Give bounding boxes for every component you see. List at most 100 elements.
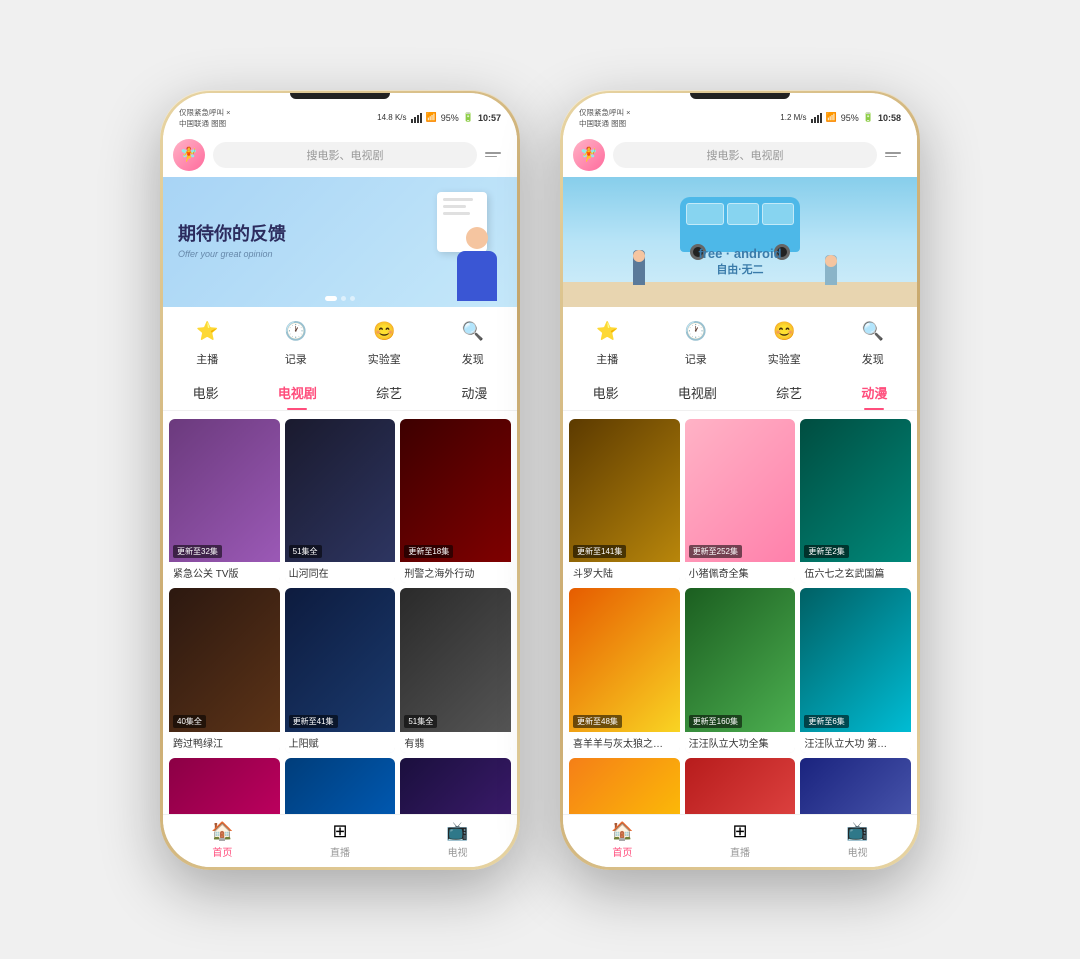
bottom-nav-item-电视[interactable]: 📺 电视 bbox=[846, 821, 868, 859]
quick-nav-item-3[interactable]: 🔍 发现 bbox=[843, 317, 903, 367]
battery-icon: 🔋 bbox=[863, 112, 874, 123]
search-bar[interactable]: 搜电影、电视剧 bbox=[613, 142, 877, 168]
tab-动漫[interactable]: 动漫 bbox=[451, 379, 497, 406]
card-badge: 更新至160集 bbox=[689, 715, 742, 728]
quick-nav-item-0[interactable]: ⭐ 主播 bbox=[577, 317, 637, 367]
banner[interactable]: free · android自由·无二 bbox=[563, 177, 917, 307]
card-thumbnail: 51集全 bbox=[285, 419, 396, 563]
card-thumbnail: 更新至6集 bbox=[800, 588, 911, 732]
card-thumbnail: 更新至32集 bbox=[169, 419, 280, 563]
content-card[interactable] bbox=[569, 758, 680, 813]
card-thumbnail: 更新至252集 bbox=[685, 419, 796, 563]
content-card[interactable]: 更新至48集喜羊羊与灰太狼之… bbox=[569, 588, 680, 753]
tab-电视剧[interactable]: 电视剧 bbox=[668, 379, 727, 406]
bottom-nav-item-电视[interactable]: 📺 电视 bbox=[446, 821, 468, 859]
card-thumbnail: 更新至18集 bbox=[400, 419, 511, 563]
card-background bbox=[569, 419, 680, 563]
content-row-2: 超级小猪布布 bbox=[569, 758, 911, 813]
content-card[interactable]: 更新至252集小猪佩奇全集 bbox=[685, 419, 796, 584]
tab-动漫[interactable]: 动漫 bbox=[851, 379, 897, 406]
quick-label-0: 主播 bbox=[596, 351, 618, 367]
clock: 10:57 bbox=[478, 113, 501, 123]
card-background bbox=[400, 758, 511, 813]
quick-nav-item-2[interactable]: 😊 实验室 bbox=[754, 317, 814, 367]
quick-label-1: 记录 bbox=[285, 351, 307, 367]
content-card[interactable]: 更新至2集伍六七之玄武国篇 bbox=[800, 419, 911, 584]
content-card[interactable]: 超级小猪布布 bbox=[800, 758, 911, 813]
content-card[interactable]: 更新至6集汪汪队立大功 第… bbox=[800, 588, 911, 753]
content-card[interactable]: 更新至41集上阳赋 bbox=[285, 588, 396, 753]
quick-nav-item-2[interactable]: 😊 实验室 bbox=[354, 317, 414, 367]
content-card[interactable]: 更新至141集斗罗大陆 bbox=[569, 419, 680, 584]
content-area: 更新至141集斗罗大陆更新至252集小猪佩奇全集更新至2集伍六七之玄武国篇更新至… bbox=[563, 411, 917, 814]
phone-right: 仅限紧急呼叫 × 中国联通 图图 1.2 M/s 📶 95% 🔋 10:58 🧚… bbox=[560, 90, 920, 870]
nav-icon-2: 📺 bbox=[446, 821, 468, 842]
content-row-1: 更新至48集喜羊羊与灰太狼之…更新至160集汪汪队立大功全集更新至6集汪汪队立大… bbox=[569, 588, 911, 753]
content-card[interactable]: 51集全有翡 bbox=[400, 588, 511, 753]
tab-电影[interactable]: 电影 bbox=[583, 379, 629, 406]
tab-综艺[interactable]: 综艺 bbox=[766, 379, 812, 406]
battery-icon: 🔋 bbox=[463, 112, 474, 123]
settings-icon[interactable] bbox=[485, 144, 507, 166]
quick-nav-item-0[interactable]: ⭐ 主播 bbox=[177, 317, 237, 367]
tab-电影[interactable]: 电影 bbox=[183, 379, 229, 406]
category-tabs: 电影 电视剧 综艺 动漫 bbox=[563, 373, 917, 411]
nav-label-0: 首页 bbox=[212, 844, 232, 859]
content-card[interactable]: 更新至18集刑警之海外行动 bbox=[400, 419, 511, 584]
network-speed: 1.2 M/s bbox=[780, 113, 806, 122]
bottom-nav-item-直播[interactable]: ⊞ 直播 bbox=[330, 821, 350, 859]
content-card[interactable] bbox=[169, 758, 280, 813]
card-badge: 40集全 bbox=[173, 715, 206, 728]
bottom-nav-item-直播[interactable]: ⊞ 直播 bbox=[730, 821, 750, 859]
status-indicators: 14.8 K/s 📶 95% 🔋 10:57 bbox=[377, 112, 501, 123]
quick-icon-0: ⭐ bbox=[192, 317, 222, 347]
content-card[interactable]: 更新至160集汪汪队立大功全集 bbox=[685, 588, 796, 753]
android-banner: free · android自由·无二 bbox=[563, 177, 917, 307]
banner-subtitle: Offer your great opinion bbox=[178, 249, 286, 259]
content-card[interactable]: THE SILENCE bbox=[400, 758, 511, 813]
signal-icon bbox=[811, 113, 822, 123]
tab-电视剧[interactable]: 电视剧 bbox=[268, 379, 327, 406]
card-title: 紧急公关 TV版 bbox=[169, 562, 280, 583]
search-bar[interactable]: 搜电影、电视剧 bbox=[213, 142, 477, 168]
card-thumbnail bbox=[569, 758, 680, 813]
bottom-nav: 🏠 首页 ⊞ 直播 📺 电视 bbox=[563, 814, 917, 867]
quick-nav-item-1[interactable]: 🕐 记录 bbox=[266, 317, 326, 367]
card-badge: 更新至32集 bbox=[173, 545, 222, 558]
quick-nav-item-3[interactable]: 🔍 发现 bbox=[443, 317, 503, 367]
camera-notch bbox=[690, 93, 790, 99]
content-card[interactable]: 更新至32集紧急公关 TV版 bbox=[169, 419, 280, 584]
card-background bbox=[685, 758, 796, 813]
settings-icon[interactable] bbox=[885, 144, 907, 166]
card-title: 刑警之海外行动 bbox=[400, 562, 511, 583]
nav-label-1: 直播 bbox=[730, 844, 750, 859]
content-card[interactable] bbox=[285, 758, 396, 813]
content-card[interactable]: 40集全跨过鸭绿江 bbox=[169, 588, 280, 753]
wifi-icon: 📶 bbox=[426, 112, 437, 123]
card-background bbox=[169, 758, 280, 813]
card-thumbnail bbox=[685, 758, 796, 813]
user-avatar[interactable]: 🧚 bbox=[173, 139, 205, 171]
card-title: 斗罗大陆 bbox=[569, 562, 680, 583]
phone-left: 仅限紧急呼叫 × 中国联通 图图 14.8 K/s 📶 95% 🔋 10:57 … bbox=[160, 90, 520, 870]
card-thumbnail: 51集全 bbox=[400, 588, 511, 732]
user-avatar[interactable]: 🧚 bbox=[573, 139, 605, 171]
content-card[interactable]: 51集全山河同在 bbox=[285, 419, 396, 584]
quick-label-3: 发现 bbox=[862, 351, 884, 367]
app-content: 🧚 搜电影、电视剧 期待你的反馈 Offer your great opinio… bbox=[163, 133, 517, 814]
quick-nav-item-1[interactable]: 🕐 记录 bbox=[666, 317, 726, 367]
card-badge: 更新至252集 bbox=[689, 545, 742, 558]
tab-综艺[interactable]: 综艺 bbox=[366, 379, 412, 406]
banner[interactable]: 期待你的反馈 Offer your great opinion bbox=[163, 177, 517, 307]
content-card[interactable] bbox=[685, 758, 796, 813]
content-row-1: 40集全跨过鸭绿江更新至41集上阳赋51集全有翡 bbox=[169, 588, 511, 753]
banner-dots bbox=[325, 296, 355, 301]
nav-icon-1: ⊞ bbox=[732, 821, 747, 842]
card-background bbox=[400, 419, 511, 563]
bottom-nav-item-首页[interactable]: 🏠 首页 bbox=[611, 821, 633, 859]
quick-label-1: 记录 bbox=[685, 351, 707, 367]
card-title: 山河同在 bbox=[285, 562, 396, 583]
card-thumbnail: 更新至160集 bbox=[685, 588, 796, 732]
bottom-nav-item-首页[interactable]: 🏠 首页 bbox=[211, 821, 233, 859]
quick-icon-3: 🔍 bbox=[458, 317, 488, 347]
